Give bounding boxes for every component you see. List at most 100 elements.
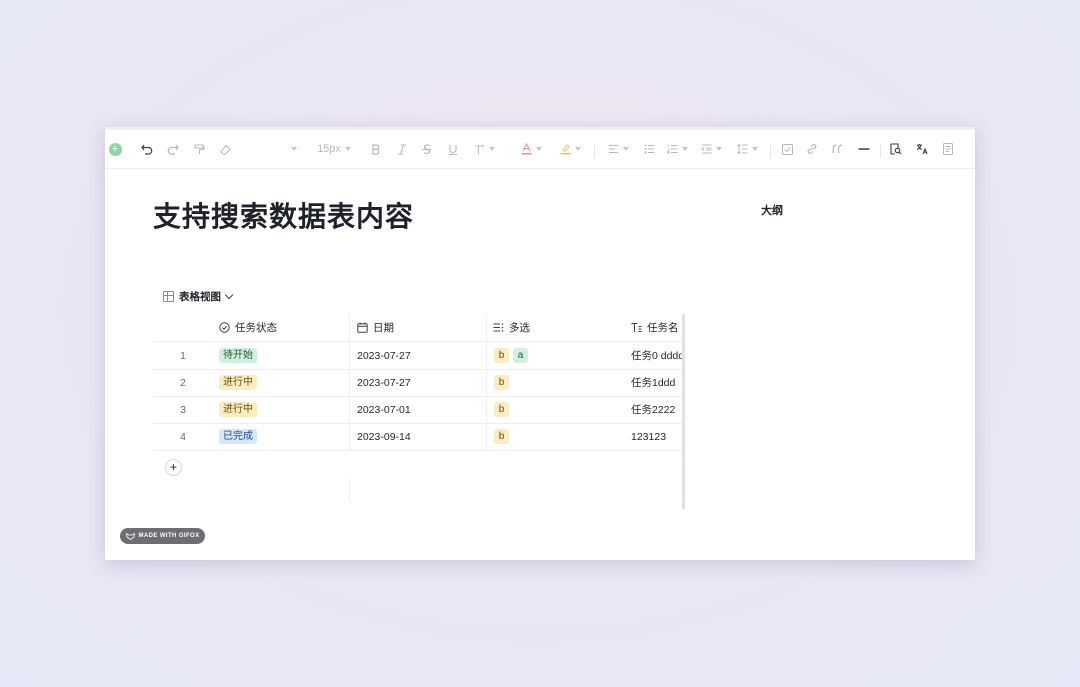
column-header-label: 多选 <box>509 322 530 334</box>
add-block-button[interactable]: + <box>108 130 122 168</box>
table-row[interactable]: 3 进行中 2023-07-01 b 任务2222 <box>153 396 685 424</box>
multiselect-cell[interactable]: b a <box>494 342 532 369</box>
translate-icon <box>916 144 928 155</box>
status-badge: 待开始 <box>219 348 257 363</box>
redo-button[interactable] <box>165 130 181 168</box>
multiselect-cell[interactable]: b <box>494 423 513 450</box>
column-header-multiselect[interactable]: 多选 <box>493 314 530 341</box>
highlight-color-dropdown[interactable] <box>556 130 584 168</box>
status-cell[interactable]: 进行中 <box>219 396 257 423</box>
line-height-dropdown[interactable] <box>734 130 760 168</box>
date-cell[interactable]: 2023-09-14 <box>357 423 411 450</box>
chevron-down-icon <box>622 147 629 151</box>
italic-button[interactable] <box>394 130 410 168</box>
column-divider <box>486 314 487 451</box>
table-row[interactable]: 1 待开始 2023-07-27 b a 任务0 dddd <box>153 342 685 370</box>
status-cell[interactable]: 待开始 <box>219 342 257 369</box>
row-index: 3 <box>180 403 186 416</box>
bullet-list-button[interactable] <box>641 130 657 168</box>
status-cell[interactable]: 已完成 <box>219 423 257 450</box>
paint-brush-icon <box>194 144 204 154</box>
format-painter-button[interactable] <box>191 130 207 168</box>
eraser-icon <box>219 144 231 154</box>
status-badge: 已完成 <box>219 429 257 444</box>
link-button[interactable] <box>804 130 820 168</box>
date-cell[interactable]: 2023-07-01 <box>357 396 411 423</box>
undo-icon <box>141 144 153 155</box>
strikethrough-button[interactable] <box>419 130 435 168</box>
underline-button[interactable] <box>445 130 461 168</box>
toolbar-divider <box>880 144 881 158</box>
column-header-task-name[interactable]: 任务名 <box>631 314 679 341</box>
clear-format-button[interactable] <box>217 130 233 168</box>
table-horizontal-scroll-edge[interactable] <box>682 314 685 509</box>
multiselect-cell[interactable]: b <box>494 369 513 396</box>
column-divider <box>349 479 350 501</box>
column-header-label: 任务状态 <box>235 322 277 334</box>
status-circle-check-icon <box>219 322 230 333</box>
chevron-down-icon <box>681 147 688 151</box>
task-name-cell[interactable]: 任务2222 <box>631 396 675 423</box>
option-tag: a <box>513 348 528 363</box>
column-header-date[interactable]: 日期 <box>357 314 394 341</box>
bold-icon <box>372 143 380 155</box>
undo-button[interactable] <box>139 130 155 168</box>
column-divider <box>349 314 350 451</box>
font-size-dropdown[interactable]: 15px <box>311 130 357 168</box>
option-tag: b <box>494 348 509 363</box>
multiselect-cell[interactable]: b <box>494 396 513 423</box>
date-cell[interactable]: 2023-07-27 <box>357 342 411 369</box>
add-row-button[interactable]: + <box>165 459 182 476</box>
column-header-status[interactable]: 任务状态 <box>219 314 277 341</box>
table-grid-icon <box>163 291 174 302</box>
search-document-icon <box>890 143 902 155</box>
date-cell[interactable]: 2023-07-27 <box>357 369 411 396</box>
toolbar-divider <box>594 144 595 158</box>
strikethrough-icon <box>422 143 432 154</box>
gifox-watermark: MADE WITH GIFOX <box>120 528 205 544</box>
task-list-button[interactable] <box>779 130 795 168</box>
text-style-icon <box>474 144 484 154</box>
editor-window: + 15px 支持搜索数据表内容 大纲 表格视图 任务状态 日期 多选 任务名 … <box>105 127 975 560</box>
text-color-dropdown[interactable] <box>517 130 545 168</box>
translate-button[interactable] <box>914 130 930 168</box>
italic-icon <box>398 143 406 155</box>
divider-line-button[interactable] <box>856 130 872 168</box>
status-cell[interactable]: 进行中 <box>219 369 257 396</box>
status-badge: 进行中 <box>219 402 257 417</box>
multi-select-list-icon <box>493 323 504 332</box>
option-tag: b <box>494 429 509 444</box>
row-index: 2 <box>180 376 186 389</box>
outline-panel-title: 大纲 <box>761 205 783 217</box>
chevron-down-icon <box>224 290 234 300</box>
ordered-list-dropdown[interactable] <box>664 130 690 168</box>
quote-button[interactable] <box>830 130 846 168</box>
chevron-down-icon <box>574 147 581 151</box>
more-text-style-dropdown[interactable] <box>471 130 497 168</box>
redo-icon <box>167 144 179 155</box>
page-title[interactable]: 支持搜索数据表内容 <box>153 195 414 235</box>
status-badge: 进行中 <box>219 375 257 390</box>
more-tools-button[interactable] <box>940 130 956 168</box>
text-color-icon <box>521 143 531 155</box>
ordered-list-icon <box>666 144 677 154</box>
indent-dropdown[interactable] <box>698 130 724 168</box>
block-type-dropdown[interactable] <box>285 130 299 168</box>
chevron-down-icon <box>535 147 542 151</box>
align-dropdown[interactable] <box>604 130 632 168</box>
find-replace-button[interactable] <box>888 130 904 168</box>
horizontal-rule-icon <box>858 148 870 150</box>
chevron-down-icon <box>291 147 297 151</box>
line-height-icon <box>736 144 747 154</box>
table-row[interactable]: 2 进行中 2023-07-27 b 任务1ddd <box>153 369 685 397</box>
task-name-cell[interactable]: 任务1ddd <box>631 369 675 396</box>
table-row[interactable]: 4 已完成 2023-09-14 b 123123 <box>153 423 685 451</box>
bold-button[interactable] <box>368 130 384 168</box>
plus-icon: + <box>108 142 122 156</box>
option-tag: b <box>494 375 509 390</box>
task-name-cell[interactable]: 任务0 dddd <box>631 342 684 369</box>
task-name-cell[interactable]: 123123 <box>631 423 666 450</box>
outdent-icon <box>700 144 711 154</box>
bullet-list-icon <box>644 144 654 154</box>
table-view-switcher[interactable]: 表格视图 <box>163 289 234 304</box>
